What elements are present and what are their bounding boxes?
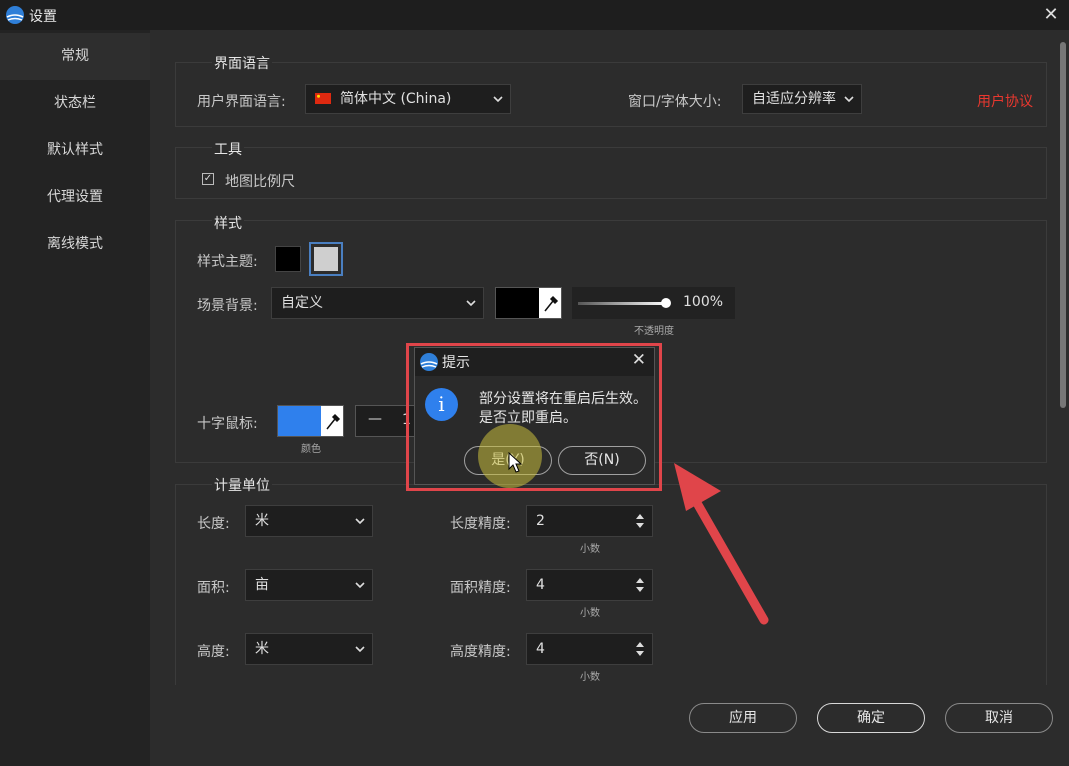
ui-language-select[interactable]: 简体中文 (China) — [305, 84, 511, 114]
height-unit-select[interactable]: 米 — [245, 633, 373, 665]
spin-arrows-icon[interactable] — [635, 512, 645, 530]
height-precision-value: 4 — [536, 641, 545, 657]
crosshair-color-label: 颜色 — [301, 444, 321, 455]
area-precision-value: 4 — [536, 577, 545, 593]
window-font-label: 窗口/字体大小: — [628, 94, 722, 110]
chevron-down-icon — [355, 518, 365, 525]
scene-bg-value: 自定义 — [281, 295, 323, 311]
length-precision-spinbox[interactable]: 2 — [526, 505, 653, 537]
eyedropper-button[interactable] — [539, 288, 561, 318]
area-precision-spinbox[interactable]: 4 — [526, 569, 653, 601]
length-precision-label: 长度精度: — [450, 516, 511, 532]
units-section-title: 计量单位 — [212, 475, 272, 495]
area-unit-value: 亩 — [255, 577, 269, 593]
annotation-arrow-icon — [674, 463, 769, 625]
spin-arrows-icon[interactable] — [635, 640, 645, 658]
window-font-select[interactable]: 自适应分辨率 — [742, 84, 862, 114]
window-font-value: 自适应分辨率 — [752, 91, 836, 107]
apply-button[interactable]: 应用 — [689, 703, 797, 733]
eyedropper-icon — [544, 295, 559, 312]
opacity-label: 不透明度 — [634, 326, 674, 337]
minus-icon[interactable]: — — [368, 411, 382, 427]
length-unit-select[interactable]: 米 — [245, 505, 373, 537]
scene-bg-label: 场景背景: — [197, 298, 258, 314]
chevron-down-icon — [466, 300, 476, 307]
language-section-title: 界面语言 — [212, 53, 272, 73]
sidebar-item-general[interactable]: 常规 — [0, 33, 150, 80]
length-precision-value: 2 — [536, 513, 545, 529]
opacity-slider-knob[interactable] — [661, 298, 671, 308]
opacity-slider-track[interactable] — [578, 302, 666, 305]
sidebar-item-default-style[interactable]: 默认样式 — [0, 127, 150, 174]
scrollbar-thumb[interactable] — [1060, 42, 1066, 408]
crosshair-label: 十字鼠标: — [197, 416, 258, 432]
length-unit-value: 米 — [255, 513, 269, 529]
area-unit-select[interactable]: 亩 — [245, 569, 373, 601]
area-precision-label: 面积精度: — [450, 580, 511, 596]
tools-section-title: 工具 — [212, 139, 244, 159]
area-decimal-label: 小数 — [580, 608, 600, 619]
height-decimal-label: 小数 — [580, 672, 600, 683]
ui-language-value: 简体中文 (China) — [340, 91, 452, 107]
eyedropper-icon — [326, 413, 341, 430]
map-scale-label: 地图比例尺 — [225, 174, 295, 190]
sidebar-item-offline[interactable]: 离线模式 — [0, 221, 150, 268]
settings-sidebar: 常规 状态栏 默认样式 代理设置 离线模式 — [0, 30, 150, 766]
style-section-title: 样式 — [212, 213, 244, 233]
theme-light-swatch[interactable] — [309, 242, 343, 276]
window-title: 设置 — [29, 9, 57, 25]
scene-bg-select[interactable]: 自定义 — [271, 287, 484, 319]
theme-dark-swatch[interactable] — [275, 246, 301, 272]
chevron-down-icon — [493, 96, 503, 103]
length-decimal-label: 小数 — [580, 544, 600, 555]
cancel-button[interactable]: 取消 — [945, 703, 1053, 733]
ok-button[interactable]: 确定 — [817, 703, 925, 733]
area-label: 面积: — [197, 580, 230, 596]
height-precision-label: 高度精度: — [450, 644, 511, 660]
app-logo-icon — [6, 6, 24, 24]
theme-label: 样式主题: — [197, 254, 258, 270]
height-unit-value: 米 — [255, 641, 269, 657]
chevron-down-icon — [844, 96, 854, 103]
scene-bg-color-picker[interactable] — [495, 287, 562, 319]
height-label: 高度: — [197, 644, 230, 660]
spin-arrows-icon[interactable] — [635, 576, 645, 594]
theme-light-swatch-fill — [314, 247, 338, 271]
height-precision-spinbox[interactable]: 4 — [526, 633, 653, 665]
chevron-down-icon — [355, 646, 365, 653]
sidebar-item-statusbar[interactable]: 状态栏 — [0, 80, 150, 127]
user-agreement-link[interactable]: 用户协议 — [977, 91, 1033, 111]
eyedropper-button[interactable] — [321, 406, 343, 436]
ui-language-label: 用户界面语言: — [197, 94, 286, 110]
mouse-cursor-icon — [508, 452, 523, 473]
chevron-down-icon — [355, 582, 365, 589]
window-close-icon[interactable]: ✕ — [1039, 3, 1063, 27]
window-titlebar: 设置 ✕ — [0, 0, 1069, 30]
china-flag-icon — [315, 93, 331, 104]
length-label: 长度: — [197, 516, 230, 532]
opacity-slider-panel: 100% — [572, 287, 735, 319]
map-scale-checkbox[interactable]: ✓ — [202, 173, 214, 185]
sidebar-item-proxy[interactable]: 代理设置 — [0, 174, 150, 221]
tools-section — [175, 147, 1047, 199]
crosshair-color-picker[interactable] — [277, 405, 344, 437]
opacity-value: 100% — [683, 294, 724, 310]
